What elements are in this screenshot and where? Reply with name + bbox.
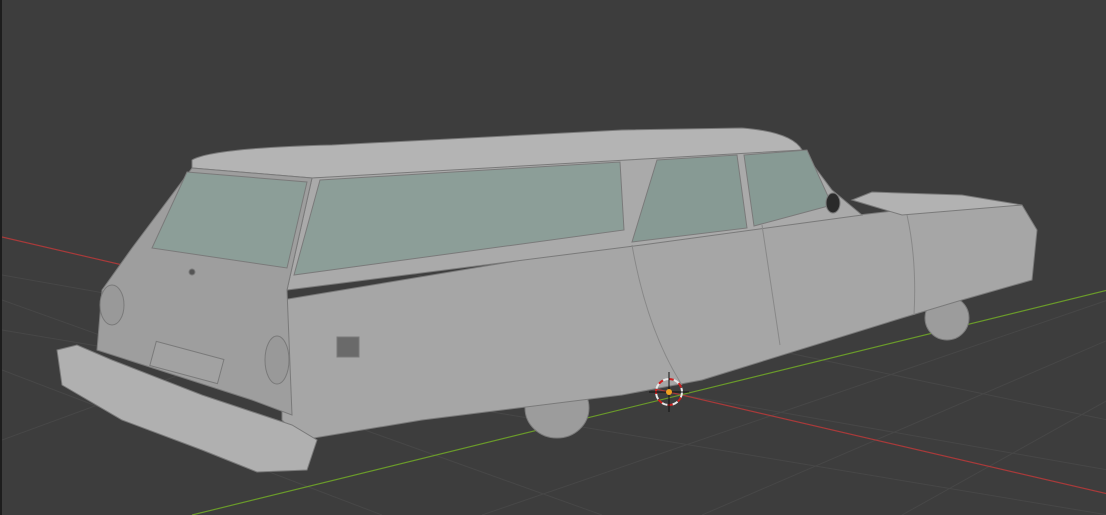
- rear-emblem: [188, 268, 196, 276]
- car-model[interactable]: [56, 127, 1038, 473]
- tail-light-left: [99, 284, 125, 326]
- rear-marker: [336, 336, 360, 358]
- 3d-viewport[interactable]: [0, 0, 1106, 515]
- side-mirror: [825, 192, 841, 214]
- object-origin: [666, 389, 672, 395]
- tail-light-right: [264, 335, 290, 385]
- viewport-canvas[interactable]: [2, 0, 1106, 515]
